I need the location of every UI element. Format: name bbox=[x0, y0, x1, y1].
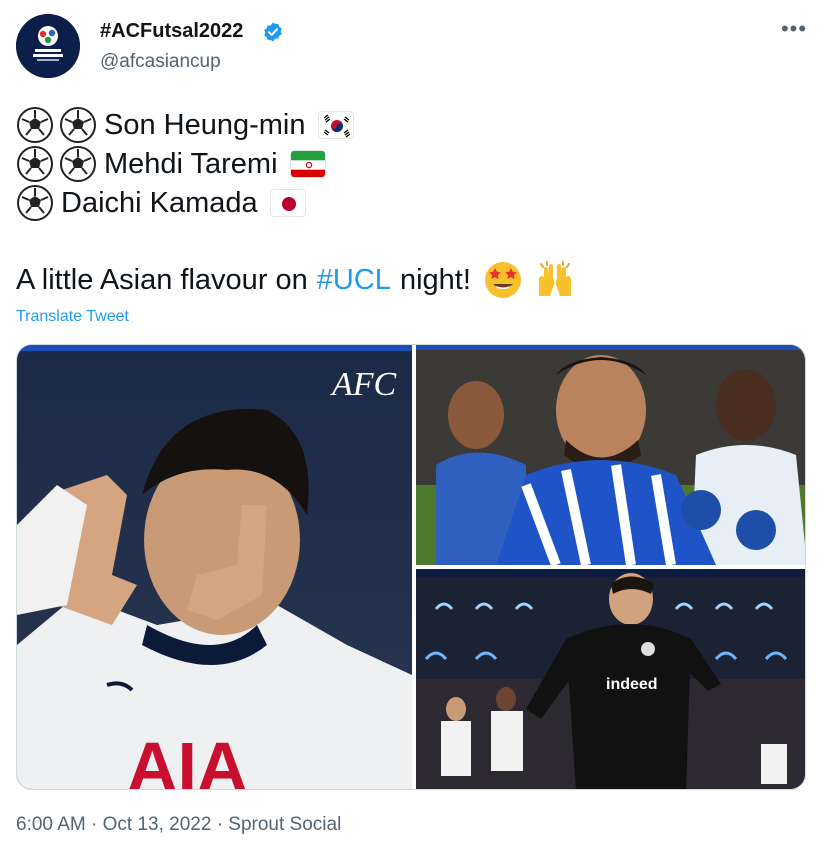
photo-son-heung-min[interactable]: AIA AFC bbox=[17, 345, 412, 790]
separator-dot: · bbox=[91, 814, 98, 835]
tweet-date[interactable]: Oct 13, 2022 bbox=[103, 814, 212, 835]
tweet-line-son: Son Heung-min bbox=[16, 106, 354, 144]
soccer-ball-icon bbox=[59, 106, 97, 144]
soccer-ball-icon bbox=[16, 106, 54, 144]
sentence-text: A little Asian flavour on bbox=[16, 263, 308, 296]
afc-futsal-logo bbox=[16, 14, 80, 78]
tweet-line-taremi: Mehdi Taremi bbox=[16, 145, 326, 183]
author-display-name[interactable]: #ACFutsal2022 bbox=[100, 20, 243, 43]
media-grid: AIA AFC indeed bbox=[16, 344, 806, 790]
separator-dot: · bbox=[216, 814, 224, 835]
japan-flag-icon bbox=[269, 189, 306, 217]
tweet-card: #ACFutsal2022 @afcasiancup ••• Son Heung… bbox=[0, 0, 827, 844]
tweet-time[interactable]: 6:00 AM bbox=[16, 814, 86, 835]
author-avatar[interactable] bbox=[16, 14, 80, 78]
svg-text:AIA: AIA bbox=[127, 728, 248, 790]
south-korea-flag-icon bbox=[317, 111, 354, 139]
soccer-ball-icon bbox=[59, 145, 97, 183]
tweet-line-kamada: Daichi Kamada bbox=[16, 184, 306, 222]
player-name: Mehdi Taremi bbox=[104, 147, 278, 180]
player-name: Daichi Kamada bbox=[61, 186, 258, 219]
hashtag-ucl-link[interactable]: #UCL bbox=[317, 264, 391, 297]
tweet-source[interactable]: Sprout Social bbox=[228, 814, 341, 835]
player-name: Son Heung-min bbox=[104, 108, 306, 141]
more-options-icon[interactable]: ••• bbox=[778, 18, 810, 44]
author-handle[interactable]: @afcasiancup bbox=[100, 51, 221, 73]
sentence-text: night! bbox=[399, 263, 471, 296]
raising-hands-emoji-icon bbox=[535, 260, 575, 300]
soccer-ball-icon bbox=[16, 184, 54, 222]
star-struck-emoji-icon bbox=[483, 260, 523, 300]
photo-daichi-kamada[interactable]: indeed bbox=[416, 569, 805, 789]
tweet-sentence: A little Asian flavour on #UCL night! bbox=[16, 260, 575, 300]
iran-flag-icon bbox=[289, 150, 326, 178]
soccer-ball-icon bbox=[16, 145, 54, 183]
svg-text:indeed: indeed bbox=[606, 676, 658, 693]
translate-tweet-link[interactable]: Translate Tweet bbox=[16, 308, 129, 326]
verified-badge-icon bbox=[262, 21, 284, 43]
tweet-metadata: 6:00 AM · Oct 13, 2022 · Sprout Social bbox=[16, 814, 341, 836]
svg-text:AFC: AFC bbox=[330, 366, 397, 403]
photo-mehdi-taremi[interactable] bbox=[416, 345, 805, 565]
